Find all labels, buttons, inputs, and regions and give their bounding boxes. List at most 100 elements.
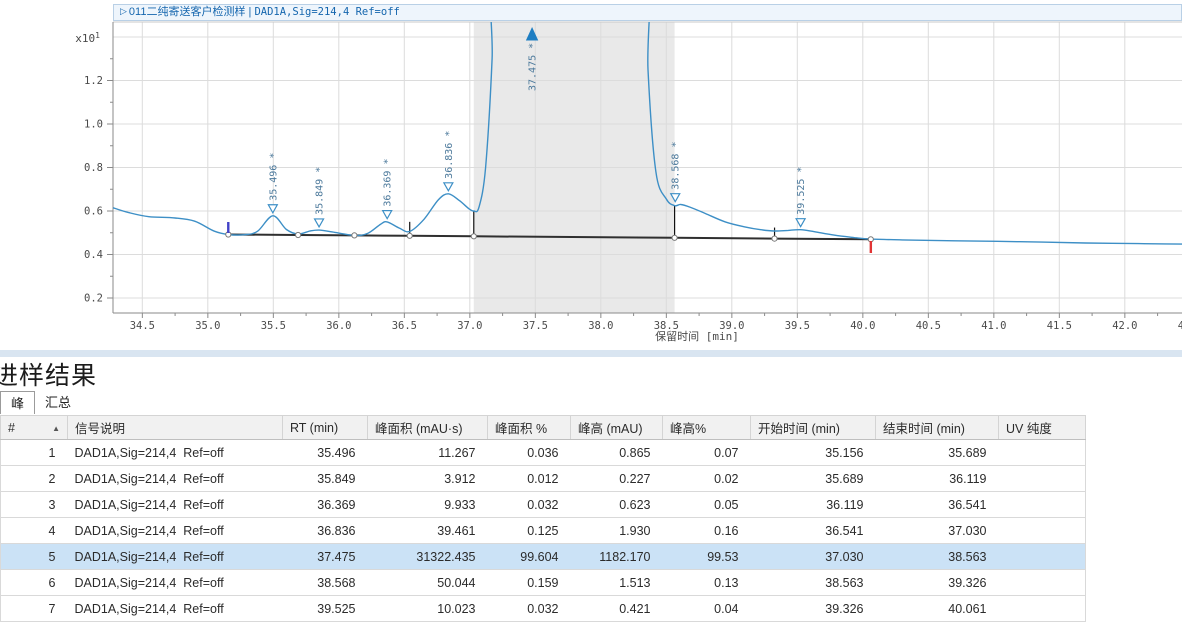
- cell: 36.119: [876, 466, 999, 492]
- baseline-node[interactable]: [296, 232, 301, 237]
- peak-label: 36.369 *: [383, 158, 394, 206]
- cell: 7: [1, 596, 68, 622]
- cell: 39.326: [876, 570, 999, 596]
- cell: 39.525: [283, 596, 368, 622]
- cell: 37.030: [876, 518, 999, 544]
- cell: DAD1A,Sig=214,4 Ref=off: [68, 466, 283, 492]
- cell: 0.159: [488, 570, 571, 596]
- cell: 5: [1, 544, 68, 570]
- table-row[interactable]: 6DAD1A,Sig=214,4 Ref=off38.56850.0440.15…: [1, 570, 1086, 596]
- table-row[interactable]: 5DAD1A,Sig=214,4 Ref=off37.47531322.4359…: [1, 544, 1086, 570]
- svg-text:40.5: 40.5: [916, 320, 941, 332]
- table-header: #▲信号说明RT (min)峰面积 (mAU·s)峰面积 %峰高 (mAU)峰高…: [1, 416, 1086, 440]
- results-table: #▲信号说明RT (min)峰面积 (mAU·s)峰面积 %峰高 (mAU)峰高…: [0, 415, 1086, 622]
- cell: 0.032: [488, 492, 571, 518]
- cell: [999, 570, 1086, 596]
- column-header-3[interactable]: RT (min): [283, 416, 368, 440]
- peak-marker-icon: [268, 205, 277, 213]
- svg-text:42.5: 42.5: [1178, 320, 1182, 332]
- svg-text:40.0: 40.0: [850, 320, 875, 332]
- cell: DAD1A,Sig=214,4 Ref=off: [68, 544, 283, 570]
- peak-marker-icon: [315, 219, 324, 227]
- svg-text:35.0: 35.0: [195, 320, 220, 332]
- baseline-node[interactable]: [672, 235, 677, 240]
- cell: [999, 518, 1086, 544]
- cell: 3.912: [368, 466, 488, 492]
- cell: 35.156: [751, 440, 876, 466]
- cell: [999, 440, 1086, 466]
- signal-descriptor: DAD1A,Sig=214,4 Ref=off: [254, 6, 399, 18]
- baseline-node[interactable]: [352, 233, 357, 238]
- y-axis-multiplier: x101: [75, 31, 100, 45]
- svg-text:38.0: 38.0: [588, 320, 613, 332]
- cell: DAD1A,Sig=214,4 Ref=off: [68, 596, 283, 622]
- cell: 35.496: [283, 440, 368, 466]
- cell: 0.05: [663, 492, 751, 518]
- cell: 0.16: [663, 518, 751, 544]
- svg-text:36.5: 36.5: [392, 320, 417, 332]
- cell: 39.326: [751, 596, 876, 622]
- svg-text:35.5: 35.5: [261, 320, 286, 332]
- column-header-5[interactable]: 峰面积 %: [488, 416, 571, 440]
- svg-text:1.0: 1.0: [84, 119, 103, 131]
- peak-table-wrap: #▲信号说明RT (min)峰面积 (mAU·s)峰面积 %峰高 (mAU)峰高…: [0, 415, 1182, 622]
- cell: 3: [1, 492, 68, 518]
- chart-signal-header[interactable]: ▷011二纯寄送客户检测样 | DAD1A,Sig=214,4 Ref=off: [113, 4, 1182, 21]
- sample-name: 011二纯寄送客户检测样: [129, 6, 246, 18]
- svg-text:34.5: 34.5: [130, 320, 155, 332]
- svg-text:39.5: 39.5: [785, 320, 810, 332]
- baseline-node[interactable]: [471, 234, 476, 239]
- cell: 35.849: [283, 466, 368, 492]
- cell: 11.267: [368, 440, 488, 466]
- x-axis-title: 保留时间 [min]: [655, 329, 739, 343]
- column-header-8[interactable]: 开始时间 (min): [751, 416, 876, 440]
- baseline-node[interactable]: [772, 236, 777, 241]
- cell: 35.689: [751, 466, 876, 492]
- table-row[interactable]: 2DAD1A,Sig=214,4 Ref=off35.8493.9120.012…: [1, 466, 1086, 492]
- cell: DAD1A,Sig=214,4 Ref=off: [68, 518, 283, 544]
- cell: 35.689: [876, 440, 999, 466]
- svg-text:0.6: 0.6: [84, 206, 103, 218]
- cell: [999, 492, 1086, 518]
- peak-label: 38.568 *: [671, 142, 682, 190]
- table-row[interactable]: 1DAD1A,Sig=214,4 Ref=off35.49611.2670.03…: [1, 440, 1086, 466]
- svg-text:41.5: 41.5: [1047, 320, 1072, 332]
- cell: 1182.170: [571, 544, 663, 570]
- table-row[interactable]: 3DAD1A,Sig=214,4 Ref=off36.3699.9330.032…: [1, 492, 1086, 518]
- baseline-node[interactable]: [407, 233, 412, 238]
- column-header-9[interactable]: 结束时间 (min): [876, 416, 999, 440]
- cell: 37.030: [751, 544, 876, 570]
- column-header-7[interactable]: 峰高%: [663, 416, 751, 440]
- svg-text:0.4: 0.4: [84, 249, 103, 261]
- table-row[interactable]: 7DAD1A,Sig=214,4 Ref=off39.52510.0230.03…: [1, 596, 1086, 622]
- peak-marker-icon: [444, 183, 453, 191]
- cell: [999, 544, 1086, 570]
- cell: 0.04: [663, 596, 751, 622]
- expand-triangle-icon: ▷: [120, 4, 127, 19]
- sort-ascending-icon[interactable]: ▲: [52, 424, 60, 433]
- cell: DAD1A,Sig=214,4 Ref=off: [68, 440, 283, 466]
- column-header-4[interactable]: 峰面积 (mAU·s): [368, 416, 488, 440]
- column-header-10[interactable]: UV 纯度: [999, 416, 1086, 440]
- cell: 37.475: [283, 544, 368, 570]
- column-header-2[interactable]: 信号说明: [68, 416, 283, 440]
- cell: 1.930: [571, 518, 663, 544]
- peak-label: 35.849 *: [315, 167, 326, 215]
- cell: 0.421: [571, 596, 663, 622]
- cell: 38.568: [283, 570, 368, 596]
- column-header-6[interactable]: 峰高 (mAU): [571, 416, 663, 440]
- table-row[interactable]: 4DAD1A,Sig=214,4 Ref=off36.83639.4610.12…: [1, 518, 1086, 544]
- cell: 0.02: [663, 466, 751, 492]
- cell: 36.369: [283, 492, 368, 518]
- column-header-1[interactable]: #▲: [1, 416, 68, 440]
- chromatogram-svg[interactable]: 0.20.40.60.81.01.234.535.035.536.036.537…: [0, 0, 1182, 348]
- cell: 0.125: [488, 518, 571, 544]
- panel-splitter[interactable]: [0, 350, 1182, 357]
- svg-text:42.0: 42.0: [1112, 320, 1137, 332]
- cell: 0.012: [488, 466, 571, 492]
- tab-peak[interactable]: 峰: [0, 391, 35, 414]
- svg-text:0.2: 0.2: [84, 293, 103, 305]
- cell: 39.461: [368, 518, 488, 544]
- cell: 99.604: [488, 544, 571, 570]
- tab-summary[interactable]: 汇总: [35, 391, 81, 414]
